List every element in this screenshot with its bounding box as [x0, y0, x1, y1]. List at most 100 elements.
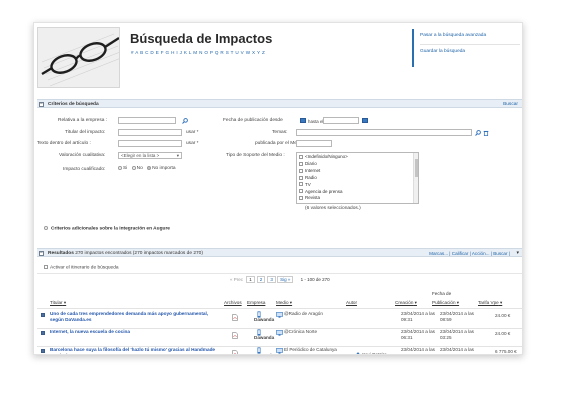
table-row[interactable]: Uno de cada tres emprendedores demanda m… — [37, 311, 522, 328]
save-search-link[interactable]: Guardar la búsqueda — [420, 49, 520, 55]
soporte-option[interactable]: Radio — [299, 175, 348, 182]
checkbox[interactable] — [299, 189, 303, 194]
buscar-link[interactable]: Buscar — [503, 102, 518, 107]
app-window: Búsqueda de Impactos # A B C D E F G H I… — [33, 22, 523, 355]
pager-pages: 123 — [244, 276, 276, 283]
pdf-icon[interactable] — [232, 332, 238, 341]
radio-no-importa[interactable]: No importa — [147, 166, 176, 171]
glasses-thumbnail — [37, 27, 120, 88]
row-empresa[interactable]: Dawanda — [254, 317, 274, 323]
soporte-listbox[interactable]: <Indefinido/Ninguno> Diario Internet Radio T… — [296, 152, 419, 204]
row-checkbox[interactable] — [41, 349, 45, 353]
soporte-option[interactable]: Internet — [299, 168, 348, 175]
row-title[interactable]: Internet, la nueva escuela de cocina — [50, 329, 220, 335]
soporte-option-label: <Indefinido/Ninguno> — [305, 154, 348, 159]
author-icon — [355, 352, 361, 354]
col-titular[interactable]: Titular ▾ — [50, 300, 66, 306]
col-publicacion[interactable]: Publicación ▾ — [432, 300, 459, 306]
glasses-illustration — [38, 28, 119, 87]
results-actions[interactable]: Marcas... | Calificar | Acción... | Busc… — [429, 251, 510, 256]
checkbox[interactable] — [299, 196, 303, 201]
row-creacion: 23/04/2014 a las 06:31 — [401, 329, 435, 340]
checkbox[interactable] — [299, 182, 303, 187]
valoracion-select[interactable]: <Elegir en la lista > ▾ — [118, 152, 182, 159]
row-creacion: 23/04/2014 a las 06:31 — [401, 347, 435, 354]
adicionales-row[interactable]: Criterios adicionales sobre la integraci… — [44, 226, 170, 231]
pdf-icon[interactable] — [232, 350, 238, 354]
collapse-toggle-icon[interactable]: − — [39, 101, 44, 107]
search-icon[interactable] — [475, 130, 481, 136]
pager-next[interactable]: Sig » — [277, 276, 294, 283]
alphabet-filter[interactable]: # A B C D E F G H I J K L M N O P Q R S … — [131, 50, 265, 55]
soporte-option[interactable]: Revista — [299, 195, 348, 202]
page-title: Búsqueda de Impactos — [130, 31, 273, 46]
soporte-option[interactable]: TV — [299, 182, 348, 189]
soporte-option-label: Agencia de prensa — [305, 188, 343, 194]
pager-page[interactable]: 3 — [267, 276, 276, 283]
chevron-down-icon[interactable]: ▾ — [516, 250, 519, 256]
calendar-icon-2[interactable] — [362, 118, 368, 123]
col-archivos[interactable]: Archivos — [224, 300, 242, 305]
radio-si[interactable]: Si — [118, 166, 127, 171]
texto-input[interactable] — [118, 140, 182, 147]
titular-input[interactable] — [118, 129, 182, 136]
row-title[interactable]: Barcelona hace suya la filosofía del 'ha… — [50, 347, 220, 354]
col-creacion[interactable]: Creación ▾ — [395, 300, 417, 306]
listbox-scrollbar[interactable] — [413, 153, 418, 203]
soporte-option[interactable]: Diario — [299, 161, 348, 168]
soporte-option-label: Internet — [305, 167, 321, 173]
soporte-option-label: TV — [305, 181, 311, 187]
col-autor[interactable]: Autor — [346, 300, 357, 305]
results-section-bar[interactable]: − Resultados 270 impactos encontrados (2… — [37, 248, 522, 257]
hasta-input[interactable] — [323, 117, 359, 124]
row-title[interactable]: Uno de cada tres emprendedores demanda m… — [50, 311, 220, 322]
checkbox[interactable] — [299, 161, 303, 166]
empresa-input[interactable] — [118, 117, 176, 124]
col-medio[interactable]: Medio ▾ — [276, 300, 292, 306]
row-medio: @Crónica Norte — [284, 329, 318, 334]
col-tarifa[interactable]: Tarifa Vpe ▾ — [478, 300, 502, 306]
soporte-option-label: Diario — [305, 160, 317, 166]
row-checkbox[interactable] — [41, 313, 45, 317]
row-publicacion: 23/04/2014 a las 01:46 — [440, 347, 474, 354]
table-row[interactable]: Barcelona hace suya la filosofía del 'ha… — [37, 347, 522, 354]
table-row[interactable]: Internet, la nueva escuela de cocina Dawa… — [37, 329, 522, 346]
soporte-option[interactable]: <Indefinido/Ninguno> — [299, 154, 348, 161]
col-fecha-top: Fecha de — [432, 291, 452, 296]
pdf-icon[interactable] — [232, 314, 238, 323]
valoracion-label: Valoración cualitativa: — [59, 153, 106, 158]
criteria-section-bar[interactable]: − Criterios de búsqueda Buscar — [37, 99, 522, 108]
temas-input[interactable] — [296, 129, 472, 136]
search-icon[interactable] — [182, 118, 188, 124]
usar-label-1: usar * — [186, 130, 199, 135]
checkbox[interactable] — [299, 168, 303, 173]
itinerario-row[interactable]: Activar el itinerario de búsqueda — [44, 265, 119, 270]
titular-label: Titular del impacto: — [65, 130, 106, 135]
row-empresa[interactable]: Dawanda — [254, 335, 274, 341]
row-checkbox[interactable] — [41, 331, 45, 335]
radio-no[interactable]: No — [131, 166, 143, 171]
scrollbar-thumb[interactable] — [414, 159, 418, 177]
checkbox[interactable] — [299, 154, 303, 159]
checkbox[interactable] — [299, 175, 303, 180]
calendar-icon[interactable] — [300, 118, 306, 123]
soporte-options: <Indefinido/Ninguno> Diario Internet Radio T… — [299, 154, 348, 202]
pager-page[interactable]: 1 — [246, 276, 255, 283]
row-creacion: 23/04/2014 a las 09:31 — [401, 311, 435, 322]
cualificado-radio-group: Si No No importa — [118, 166, 176, 171]
trash-icon[interactable] — [483, 130, 489, 136]
pager-prev[interactable]: « Prec — [230, 277, 243, 282]
col-empresa[interactable]: Empresa — [247, 300, 265, 305]
temas-label: Temas: — [272, 130, 288, 135]
advanced-search-link[interactable]: Pasar a la búsqueda avanzada — [420, 33, 520, 39]
row-publicacion: 23/04/2014 a las 03:25 — [440, 329, 474, 340]
criteria-section-title: Criterios de búsqueda — [48, 101, 99, 107]
pager-page[interactable]: 2 — [256, 276, 266, 283]
publicada-input[interactable] — [296, 140, 332, 147]
soporte-footer: (6 valores seleccionados.) — [305, 206, 361, 211]
row-medio: El Periódico de Catalunya — [284, 347, 337, 352]
soporte-option[interactable]: Agencia de prensa — [299, 189, 348, 196]
row-empresa[interactable]: Dawanda — [254, 353, 274, 354]
collapse-toggle-icon[interactable]: − — [39, 250, 44, 256]
row-medio: @Radio de Aragón — [284, 311, 323, 316]
